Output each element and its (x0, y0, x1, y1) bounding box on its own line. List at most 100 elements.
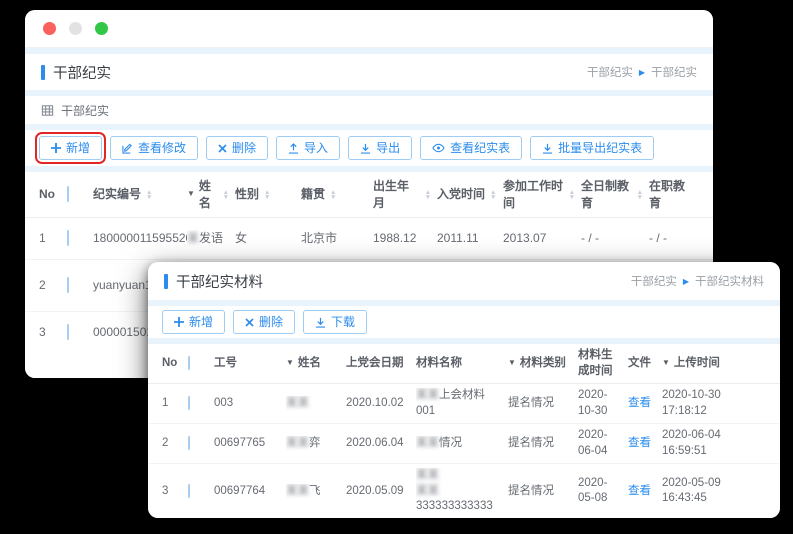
filter-icon[interactable]: ▼ (508, 358, 516, 369)
table-row[interactable]: 1 180000011595520000 某发语 女 北京市 1988.12 2… (25, 218, 713, 260)
front-toolbar: 新增 删除 下载 (148, 306, 780, 338)
material-name: 某某情况 (416, 436, 508, 452)
sort-icon[interactable]: ▲▼ (264, 190, 270, 200)
col-native-place[interactable]: 籍贯▲▼ (301, 186, 373, 202)
breadcrumb-parent[interactable]: 干部纪实 (587, 64, 633, 80)
x-icon (245, 318, 254, 327)
table-header-row: No 纪实编号▲▼ ▼姓名▲▼ 性别▲▼ 籍贯▲▼ 出生年月▲▼ 入党时间▲▼ … (25, 172, 713, 218)
col-emp-id[interactable]: 工号 (214, 356, 286, 372)
col-birth-date[interactable]: 出生年月▲▼ (373, 178, 437, 210)
col-material-gen-time[interactable]: 材料生成时间 (578, 348, 628, 379)
filter-icon[interactable]: ▼ (286, 358, 294, 369)
close-window-button[interactable] (43, 22, 56, 35)
select-all-checkbox[interactable] (188, 356, 190, 370)
table-grid-icon (41, 104, 54, 117)
name: 某某飞 (286, 484, 346, 500)
export-button[interactable]: 导出 (348, 136, 412, 160)
window-titlebar (25, 10, 713, 48)
row-checkbox[interactable] (188, 396, 190, 410)
sort-icon[interactable]: ▲▼ (146, 190, 152, 200)
eye-icon (432, 143, 445, 153)
record-id: 180000011595520000 (93, 230, 187, 246)
plus-icon (51, 143, 61, 153)
table-row[interactable]: 3 00697764 某某飞 2020.05.09 某某某某3333333333… (148, 464, 780, 518)
col-fulltime-edu[interactable]: 全日制教育▲▼ (581, 178, 649, 210)
col-work-start[interactable]: 参加工作时间▲▼ (503, 178, 581, 210)
col-material-name[interactable]: 材料名称 (416, 356, 508, 372)
page-header: 干部纪实 干部纪实 ▶ 干部纪实 (25, 54, 713, 90)
sort-icon[interactable]: ▲▼ (425, 190, 431, 200)
view-file-link[interactable]: 查看 (628, 397, 651, 409)
material-name: 某某某某333333333333 (416, 468, 508, 515)
col-gender[interactable]: 性别▲▼ (235, 186, 301, 202)
materials-table: No 工号 ▼姓名 上党会日期 材料名称 ▼材料类别 材料生成时间 文件 ▼上传… (148, 344, 780, 518)
download-icon (360, 143, 371, 154)
breadcrumb: 干部纪实 ▶ 干部纪实材料 (631, 273, 764, 289)
breadcrumb-arrow-icon: ▶ (683, 277, 689, 286)
download-icon (542, 143, 553, 154)
back-toolbar: 新增 查看修改 删除 导入 导出 查看纪实表 批量导出纪实表 (25, 130, 713, 166)
page-title-text: 干部纪实 (53, 62, 111, 83)
name: 某某 (286, 396, 346, 412)
view-file-link[interactable]: 查看 (628, 437, 651, 449)
add-button[interactable]: 新增 (162, 310, 225, 334)
col-no: No (39, 186, 67, 202)
material-name: 某某上会材料001 (416, 388, 508, 419)
x-icon (218, 144, 227, 153)
page-title: 干部纪实 (41, 62, 111, 83)
col-no: No (162, 356, 188, 372)
view-edit-button[interactable]: 查看修改 (110, 136, 198, 160)
plus-icon (174, 317, 184, 327)
delete-button[interactable]: 删除 (233, 310, 295, 334)
table-row[interactable]: 1 003 某某 2020.10.02 某某上会材料001 提名情况 2020-… (148, 384, 780, 424)
row-checkbox[interactable] (188, 484, 190, 498)
sort-icon[interactable]: ▲▼ (490, 190, 496, 200)
col-party-join[interactable]: 入党时间▲▼ (437, 186, 503, 202)
col-record-id[interactable]: 纪实编号▲▼ (93, 186, 187, 202)
view-file-link[interactable]: 查看 (628, 485, 651, 497)
name: 某某弈 (286, 436, 346, 452)
row-checkbox[interactable] (188, 436, 190, 450)
col-material-category[interactable]: ▼材料类别 (508, 356, 578, 372)
maximize-window-button[interactable] (95, 22, 108, 35)
col-name[interactable]: ▼姓名 (286, 356, 346, 372)
minimize-window-button[interactable] (69, 22, 82, 35)
edit-icon (122, 143, 133, 154)
sort-icon[interactable]: ▲▼ (569, 190, 575, 200)
page-title: 干部纪实材料 (164, 271, 263, 292)
breadcrumb-arrow-icon: ▶ (639, 68, 645, 77)
row-checkbox[interactable] (67, 277, 69, 293)
sort-icon[interactable]: ▲▼ (637, 190, 643, 200)
col-meeting-date[interactable]: 上党会日期 (346, 356, 416, 372)
breadcrumb-current: 干部纪实 (651, 64, 697, 80)
col-file: 文件 (628, 356, 662, 372)
filter-icon[interactable]: ▼ (187, 189, 195, 200)
name: 某发语 (187, 230, 235, 246)
breadcrumb-current: 干部纪实材料 (695, 273, 764, 289)
view-record-table-button[interactable]: 查看纪实表 (420, 136, 522, 160)
col-name[interactable]: ▼姓名▲▼ (187, 178, 235, 210)
breadcrumb-parent[interactable]: 干部纪实 (631, 273, 677, 289)
page-title-text: 干部纪实材料 (176, 271, 263, 292)
window-cadre-record-materials: 干部纪实材料 干部纪实 ▶ 干部纪实材料 新增 删除 下载 No 工号 ▼姓名 … (148, 262, 780, 518)
sort-icon[interactable]: ▲▼ (330, 190, 336, 200)
panel-subheader-label: 干部纪实 (61, 102, 109, 119)
filter-icon[interactable]: ▼ (662, 358, 670, 369)
sort-icon[interactable]: ▲▼ (223, 190, 229, 200)
download-button[interactable]: 下载 (303, 310, 367, 334)
title-accent-bar (164, 274, 168, 289)
row-checkbox[interactable] (67, 324, 69, 340)
page-header: 干部纪实材料 干部纪实 ▶ 干部纪实材料 (148, 262, 780, 300)
table-row[interactable]: 2 00697765 某某弈 2020.06.04 某某情况 提名情况 2020… (148, 424, 780, 464)
row-checkbox[interactable] (67, 230, 69, 246)
delete-button[interactable]: 删除 (206, 136, 268, 160)
col-inservice-edu[interactable]: 在职教育 (649, 178, 699, 210)
title-accent-bar (41, 65, 45, 80)
select-all-checkbox[interactable] (67, 186, 69, 202)
table-header-row: No 工号 ▼姓名 上党会日期 材料名称 ▼材料类别 材料生成时间 文件 ▼上传… (148, 344, 780, 384)
col-upload-time[interactable]: ▼上传时间 (662, 356, 766, 372)
batch-export-record-table-button[interactable]: 批量导出纪实表 (530, 136, 654, 160)
import-button[interactable]: 导入 (276, 136, 340, 160)
download-icon (315, 317, 326, 328)
add-button[interactable]: 新增 (39, 136, 102, 160)
